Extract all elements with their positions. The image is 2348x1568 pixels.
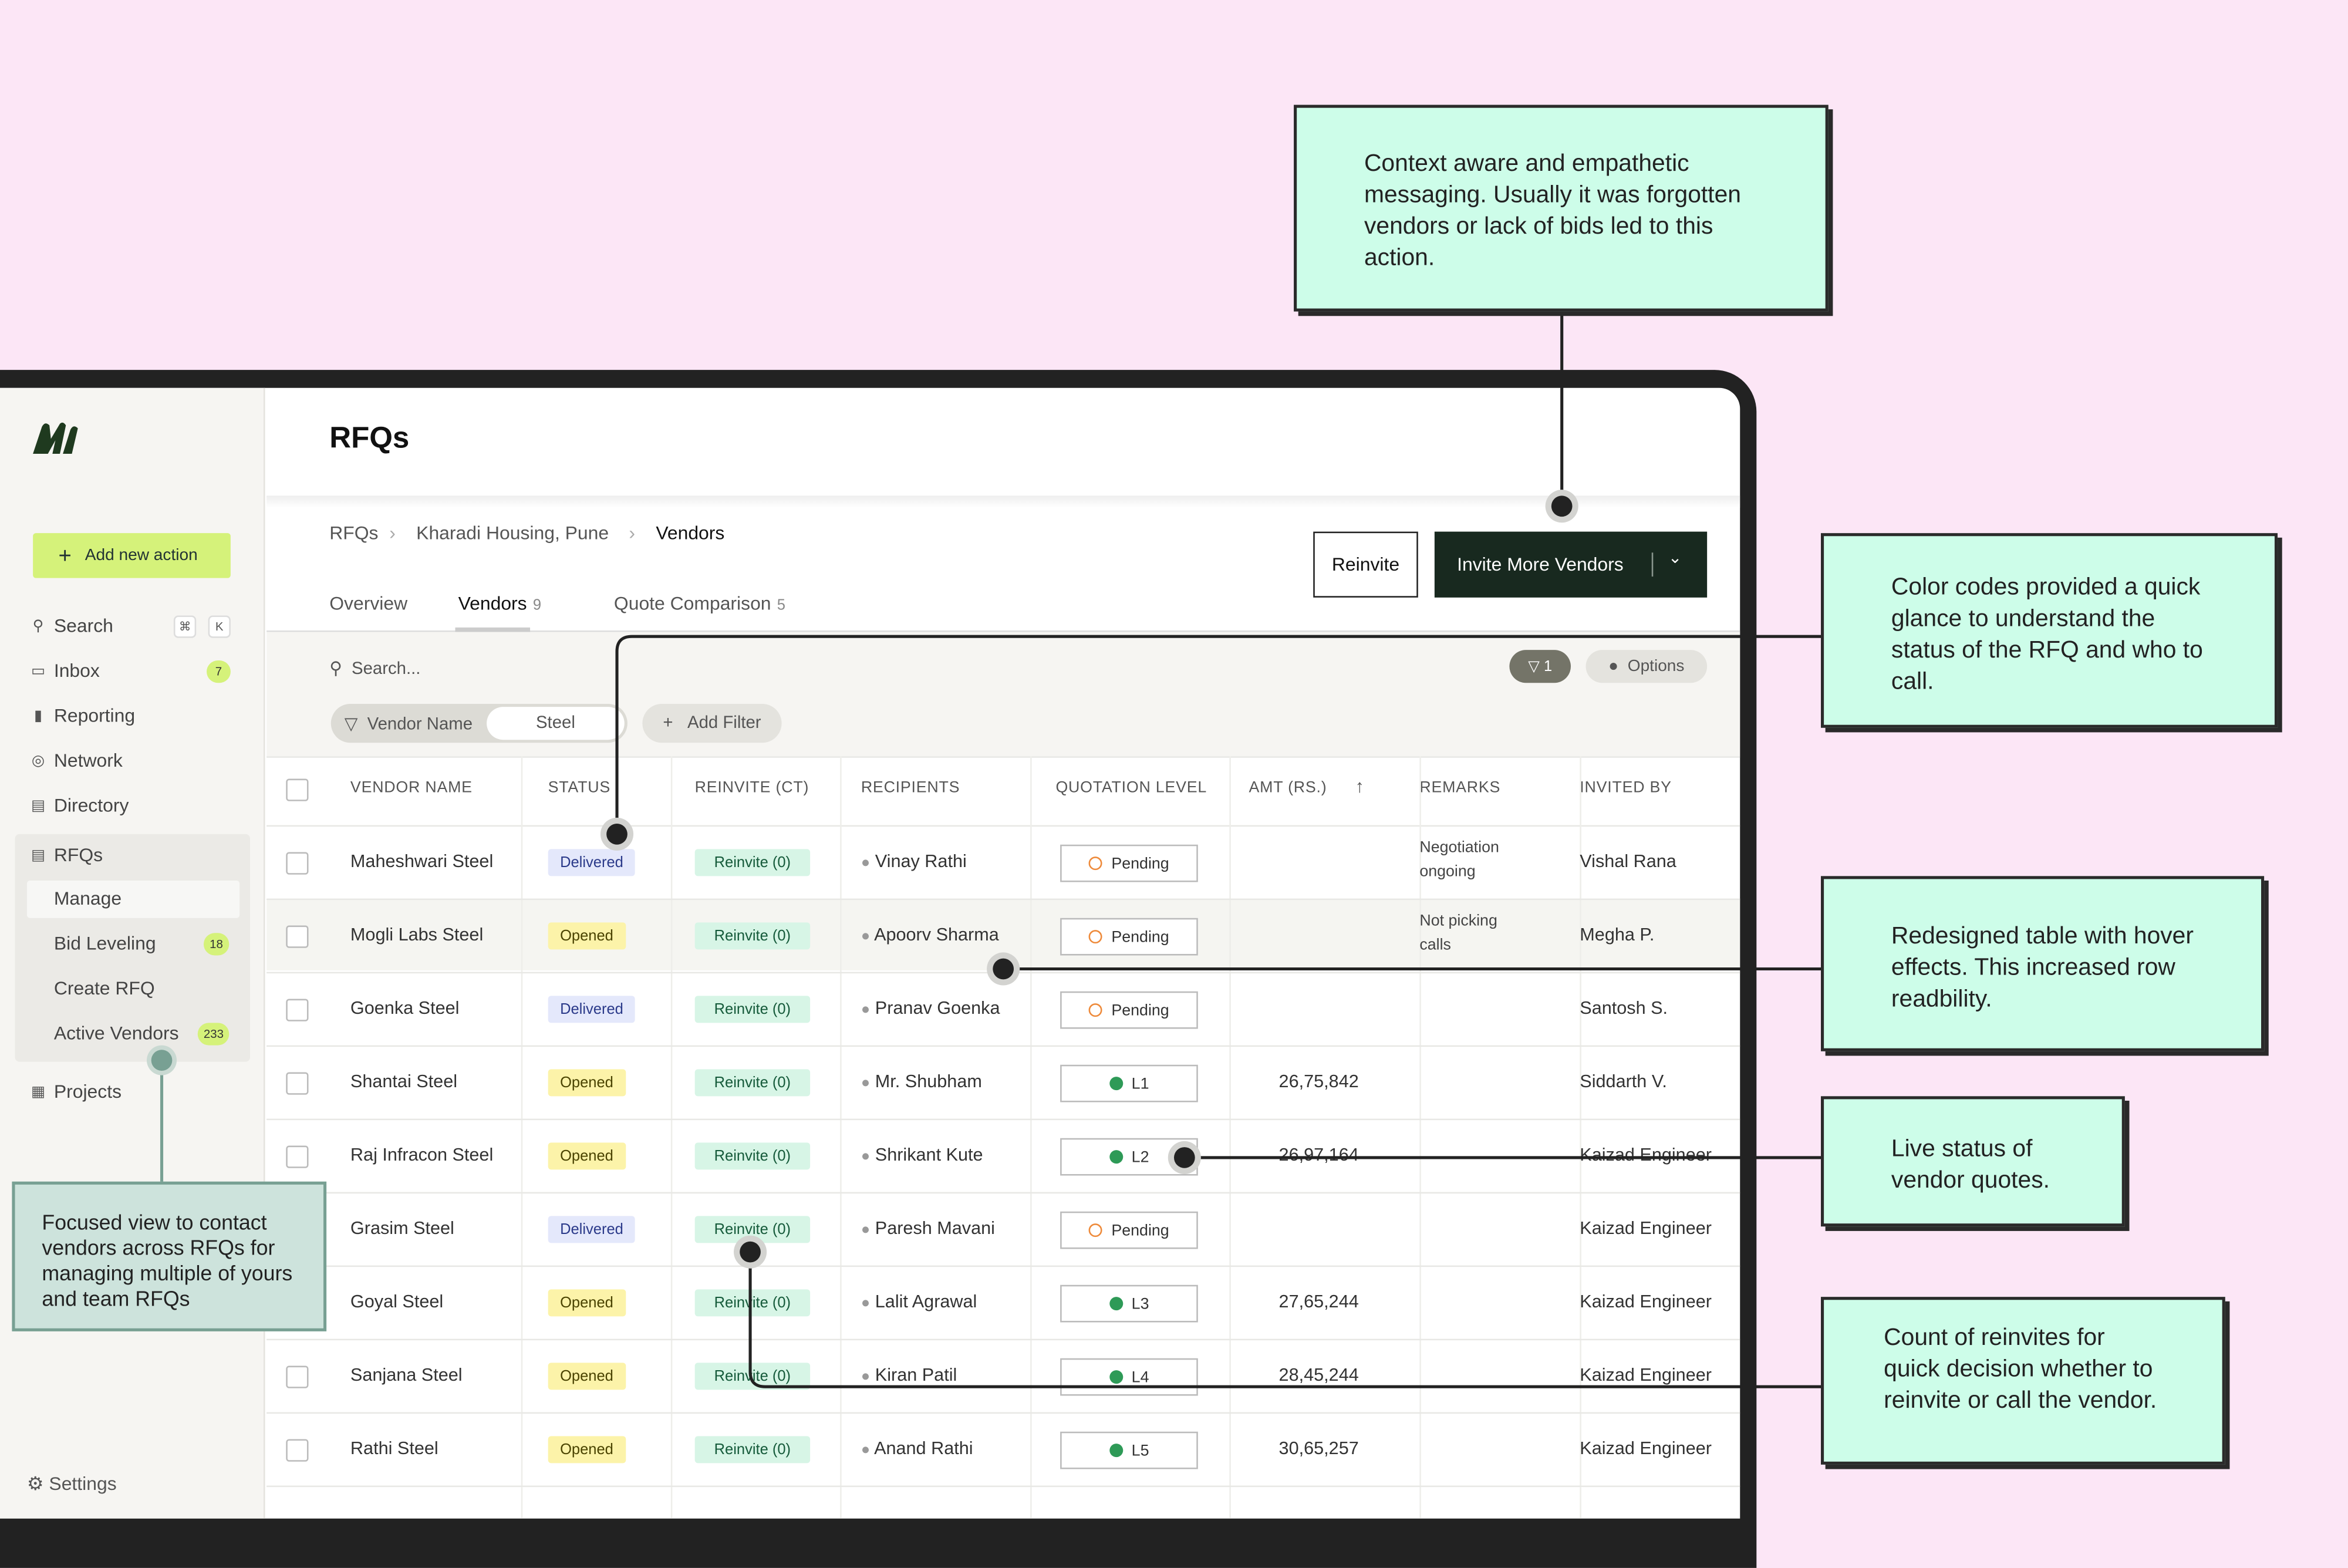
callout-color-codes: Color codes provided a quick glance to u…: [1821, 533, 2278, 728]
callout-empathetic-messaging: Context aware and empathetic messaging. …: [1294, 104, 1829, 312]
callout-reinvite-count: Count of reinvites for quick decision wh…: [1821, 1297, 2225, 1465]
callout-hover-effects: Redesigned table with hover effects. Thi…: [1821, 876, 2265, 1051]
callout-live-status: Live status of vendor quotes.: [1821, 1096, 2125, 1227]
callout-focused-view: Focused view to contact vendors across R…: [12, 1181, 327, 1331]
annotation-connectors: [146, 314, 1823, 1388]
